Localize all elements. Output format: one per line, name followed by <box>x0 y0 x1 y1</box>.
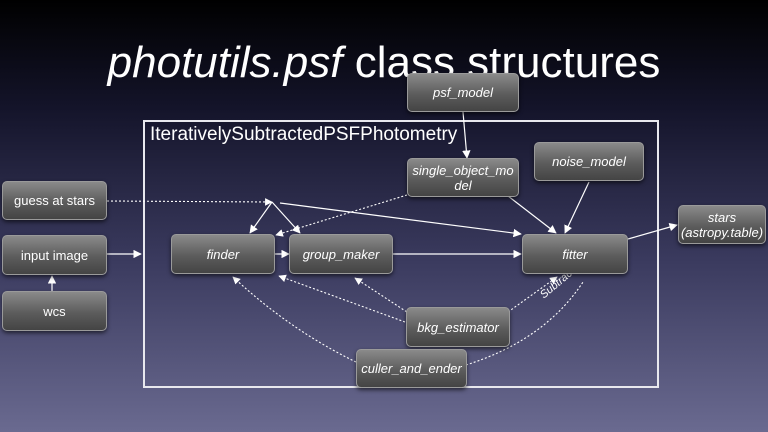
node-wcs: wcs <box>2 291 107 331</box>
node-guess-at-stars: guess at stars <box>2 181 107 220</box>
node-fitter: fitter <box>522 234 628 274</box>
edge-single-to-fitter <box>507 195 557 234</box>
edge-single-to-finder <box>275 194 408 237</box>
edge-psf-to-single <box>462 111 471 159</box>
edge-junction-to-group <box>271 201 301 234</box>
edge-fitter-to-stars <box>627 223 678 240</box>
node-input-image: input image <box>2 235 107 275</box>
edge-junction-to-fitter <box>279 202 522 238</box>
edge-guess-to-junction <box>106 198 273 206</box>
edge-noise-to-fitter <box>564 181 590 234</box>
node-psf-model: psf_model <box>407 73 519 112</box>
node-stars: stars (astropy.table) <box>678 205 766 244</box>
edge-bkg-to-group <box>354 277 411 315</box>
node-single-object-model: single_object_mo del <box>407 158 519 197</box>
node-group-maker: group_maker <box>289 234 393 274</box>
node-bkg-estimator: bkg_estimator <box>406 307 510 347</box>
node-noise-model: noise_model <box>534 142 644 181</box>
node-finder: finder <box>171 234 275 274</box>
node-culler-and-ender: culler_and_ender <box>356 349 467 388</box>
edge-junction-to-finder <box>249 201 273 234</box>
edge-culler-to-finder <box>232 276 357 363</box>
